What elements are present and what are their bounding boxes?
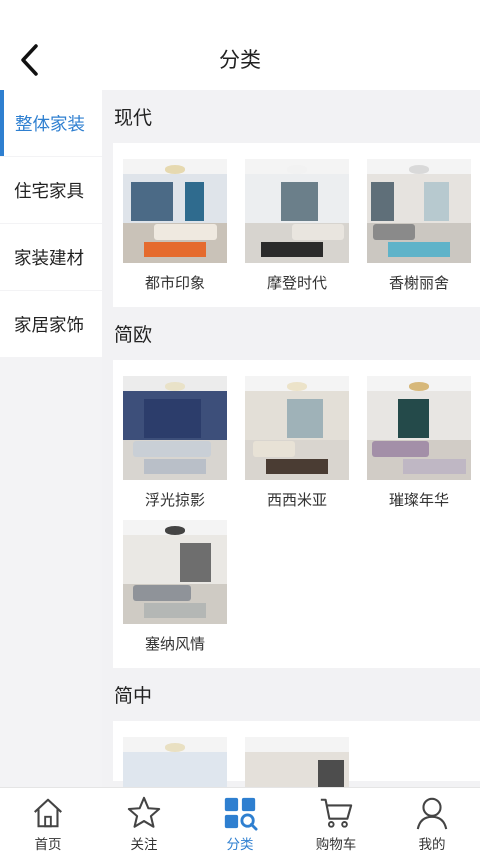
header: 分类	[0, 0, 480, 90]
section-panel-simple-chinese	[113, 721, 480, 787]
style-card[interactable]: 璀璨年华	[367, 376, 471, 520]
room-image	[245, 376, 349, 480]
page-title: 分类	[219, 48, 261, 72]
bottom-tab-bar: 首页 关注 分类 购物车 我的	[0, 787, 480, 853]
sidebar-item-label: 家装建材	[14, 248, 84, 269]
card-label: 璀璨年华	[388, 491, 449, 509]
room-image	[367, 159, 471, 263]
tab-category[interactable]: 分类	[192, 788, 288, 853]
tab-label: 关注	[130, 837, 158, 853]
tab-label: 购物车	[315, 837, 357, 853]
user-icon	[416, 797, 448, 830]
tab-home[interactable]: 首页	[0, 788, 96, 853]
star-icon	[127, 796, 161, 828]
sidebar-item-home-decor[interactable]: 家居家饰	[0, 291, 102, 357]
sidebar-item-label: 整体家装	[15, 114, 85, 135]
sidebar-item-furniture[interactable]: 住宅家具	[0, 157, 102, 223]
room-image	[123, 737, 227, 787]
tab-label: 分类	[226, 837, 254, 853]
category-content[interactable]: 现代 都市印象 摩登时代 香榭丽舍 简欧 浮光掠影 西西米亚 璀璨年华 塞纳风情…	[102, 90, 480, 787]
tab-mine[interactable]: 我的	[384, 788, 480, 853]
category-sidebar: 整体家装 住宅家具 家装建材 家居家饰	[0, 90, 102, 787]
style-card[interactable]: 塞纳风情	[123, 520, 227, 664]
room-image	[245, 737, 349, 787]
sidebar-item-building-materials[interactable]: 家装建材	[0, 224, 102, 290]
tab-label: 首页	[34, 837, 62, 853]
card-label: 香榭丽舍	[388, 274, 449, 292]
style-card[interactable]: 香榭丽舍	[367, 159, 471, 303]
app-root: 分类 整体家装 住宅家具 家装建材 家居家饰 现代 都市印象 摩登时代 香榭丽舍…	[0, 0, 480, 853]
style-card[interactable]: 浮光掠影	[123, 376, 227, 520]
room-image	[367, 376, 471, 480]
tab-cart[interactable]: 购物车	[288, 788, 384, 853]
card-label: 摩登时代	[266, 274, 327, 292]
room-image	[123, 376, 227, 480]
card-label: 都市印象	[144, 274, 205, 292]
room-image	[245, 159, 349, 263]
style-card[interactable]	[123, 737, 227, 787]
cart-icon	[320, 798, 353, 828]
style-card[interactable]: 西西米亚	[245, 376, 349, 520]
style-card[interactable]	[245, 737, 349, 787]
home-icon	[34, 798, 62, 828]
tab-follow[interactable]: 关注	[96, 788, 192, 853]
card-label: 浮光掠影	[144, 491, 205, 509]
section-panel-simple-european: 浮光掠影 西西米亚 璀璨年华 塞纳风情	[113, 360, 480, 668]
card-label: 西西米亚	[266, 491, 327, 509]
section-panel-modern: 都市印象 摩登时代 香榭丽舍	[113, 143, 480, 307]
sidebar-item-label: 住宅家具	[14, 181, 84, 202]
room-image	[123, 159, 227, 263]
category-grid-icon	[224, 797, 258, 831]
section-title-simple-chinese: 简中	[114, 685, 153, 707]
section-title-simple-european: 简欧	[114, 324, 153, 346]
style-card[interactable]: 都市印象	[123, 159, 227, 303]
section-title-modern: 现代	[114, 107, 153, 129]
tab-label: 我的	[418, 837, 446, 853]
sidebar-item-whole-home[interactable]: 整体家装	[0, 90, 102, 156]
style-card[interactable]: 摩登时代	[245, 159, 349, 303]
room-image	[123, 520, 227, 624]
card-label: 塞纳风情	[144, 635, 205, 653]
sidebar-item-label: 家居家饰	[14, 315, 84, 336]
